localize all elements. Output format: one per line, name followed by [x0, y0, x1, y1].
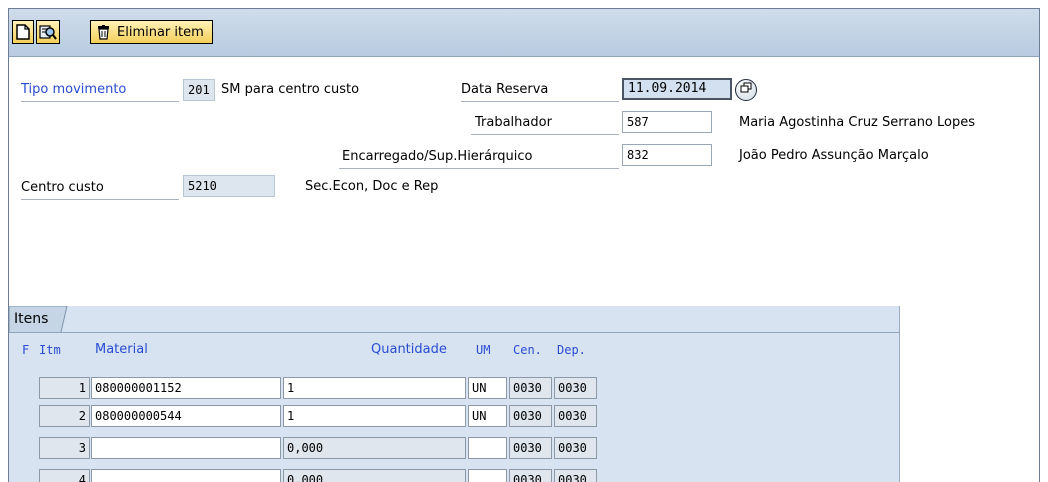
- column-header-material[interactable]: Material: [95, 340, 148, 360]
- cost-center-field: 5210: [183, 175, 275, 197]
- items-title: Itens: [14, 311, 49, 327]
- delete-item-label: Eliminar item: [117, 24, 204, 40]
- column-header-cen[interactable]: Cen.: [513, 340, 542, 360]
- find-button[interactable]: [36, 20, 60, 44]
- supervisor-field[interactable]: 832: [622, 144, 712, 166]
- storage-location-cell: 0030: [554, 405, 597, 427]
- column-header-quantity[interactable]: Quantidade: [371, 340, 447, 360]
- item-number-cell: 1: [39, 377, 90, 399]
- reservation-date-field[interactable]: 11.09.2014: [622, 78, 732, 100]
- movement-type-field: 201: [183, 79, 215, 101]
- cost-center-label: Centro custo: [21, 180, 104, 195]
- value-help-icon: [740, 82, 752, 98]
- um-cell[interactable]: [468, 469, 507, 482]
- worker-label-underline: [471, 134, 619, 135]
- find-icon: [39, 24, 57, 40]
- um-cell[interactable]: UN: [468, 377, 507, 399]
- item-number-cell: 2: [39, 405, 90, 427]
- item-number-cell: 4: [39, 469, 90, 482]
- um-cell[interactable]: [468, 437, 507, 459]
- um-cell[interactable]: UN: [468, 405, 507, 427]
- movement-type-label-underline: [21, 101, 179, 102]
- trash-icon: [97, 24, 110, 40]
- plant-cell: 0030: [509, 469, 552, 482]
- storage-location-cell: 0030: [554, 469, 597, 482]
- worker-label: Trabalhador: [475, 115, 552, 130]
- items-tab[interactable]: Itens: [9, 306, 75, 332]
- plant-cell: 0030: [509, 405, 552, 427]
- supervisor-name: João Pedro Assunção Marçalo: [739, 148, 929, 163]
- storage-location-cell: 0030: [554, 437, 597, 459]
- items-table-panel: Itens F Itm Material Quantidade UM Cen. …: [9, 306, 900, 482]
- material-cell[interactable]: [91, 437, 281, 459]
- supervisor-label: Encarregado/Sup.Hierárquico: [342, 149, 533, 164]
- items-separator: [9, 332, 899, 333]
- cost-center-text: Sec.Econ, Doc e Rep: [305, 179, 439, 194]
- date-value-help-button[interactable]: [735, 79, 757, 101]
- item-number-cell: 3: [39, 437, 90, 459]
- quantity-cell: 0,000: [283, 469, 466, 482]
- reservation-date-label-underline: [461, 101, 619, 102]
- delete-item-button[interactable]: Eliminar item: [90, 20, 213, 44]
- plant-cell: 0030: [509, 377, 552, 399]
- sap-screen: Eliminar item Tipo movimento 201 SM para…: [8, 8, 1040, 482]
- reservation-date-label: Data Reserva: [461, 82, 549, 97]
- column-header-itm[interactable]: Itm: [39, 340, 61, 360]
- material-cell[interactable]: 080000001152: [91, 377, 281, 399]
- worker-field[interactable]: 587: [622, 111, 712, 133]
- application-toolbar: Eliminar item: [9, 9, 1039, 57]
- material-cell[interactable]: [91, 469, 281, 482]
- worker-name: Maria Agostinha Cruz Serrano Lopes: [739, 115, 976, 130]
- new-document-button[interactable]: [12, 20, 34, 44]
- new-document-icon: [16, 24, 30, 40]
- column-header-dep[interactable]: Dep.: [557, 340, 586, 360]
- movement-type-label: Tipo movimento: [21, 82, 127, 97]
- supervisor-label-underline: [339, 168, 619, 169]
- column-header-f[interactable]: F: [22, 340, 29, 360]
- movement-type-text: SM para centro custo: [221, 82, 360, 97]
- column-header-um[interactable]: UM: [476, 340, 490, 360]
- storage-location-cell: 0030: [554, 377, 597, 399]
- quantity-cell[interactable]: 1: [283, 405, 466, 427]
- material-cell[interactable]: 080000000544: [91, 405, 281, 427]
- cost-center-label-underline: [21, 199, 179, 200]
- plant-cell: 0030: [509, 437, 552, 459]
- quantity-cell[interactable]: 1: [283, 377, 466, 399]
- quantity-cell: 0,000: [283, 437, 466, 459]
